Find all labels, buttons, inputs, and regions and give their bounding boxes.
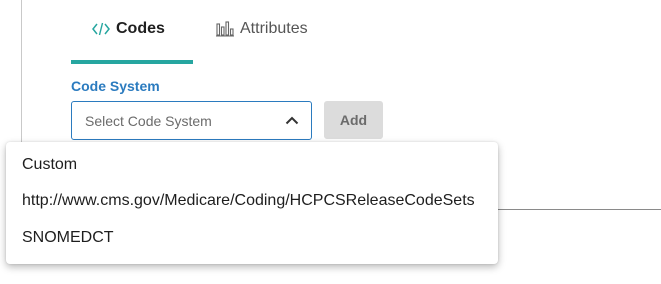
- bar-chart-icon: [216, 21, 234, 37]
- tab-attributes[interactable]: Attributes: [216, 14, 308, 44]
- chevron-up-icon: [285, 112, 299, 130]
- add-button[interactable]: Add: [324, 101, 383, 139]
- tab-attributes-label: Attributes: [240, 20, 308, 37]
- code-system-dropdown: Custom http://www.cms.gov/Medicare/Codin…: [6, 142, 498, 264]
- tab-codes-label: Codes: [116, 20, 165, 37]
- code-system-placeholder: Select Code System: [85, 112, 212, 129]
- dropdown-option-snomedct[interactable]: SNOMEDCT: [22, 229, 114, 247]
- dropdown-option-custom[interactable]: Custom: [22, 156, 77, 174]
- tab-codes[interactable]: Codes: [92, 14, 165, 44]
- code-system-select[interactable]: Select Code System: [71, 101, 312, 140]
- dropdown-option-hcpcs-url[interactable]: http://www.cms.gov/Medicare/Coding/HCPCS…: [22, 192, 475, 210]
- code-icon: [92, 22, 110, 36]
- active-tab-indicator: [71, 60, 193, 64]
- code-system-label: Code System: [71, 78, 160, 94]
